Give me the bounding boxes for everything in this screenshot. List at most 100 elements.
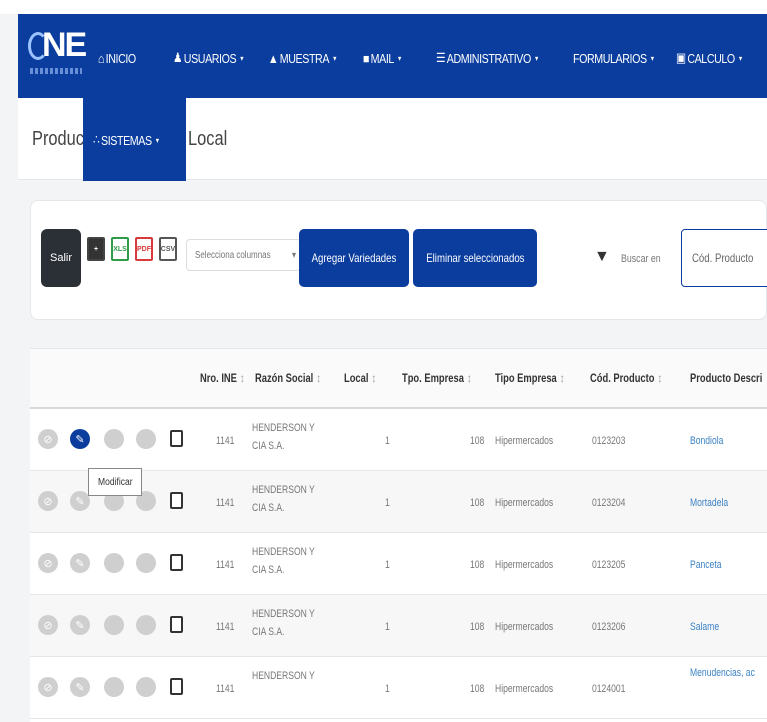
action-icon[interactable] <box>136 677 156 697</box>
edit-icon[interactable]: ✎ <box>70 553 90 573</box>
nav-label: MUESTRA <box>279 50 330 66</box>
cell-ine: 1141 <box>216 435 235 447</box>
nav-item-usuarios[interactable]: ♟ USUARIOS ▾ <box>173 48 244 68</box>
cell-local: 1 <box>385 683 390 695</box>
nav-item-mail[interactable]: ■ MAIL ▾ <box>363 48 401 68</box>
nav-label: FORMULARIOS <box>573 50 647 66</box>
table-row[interactable]: ⊘ ✎ 1141 HENDERSON Y CIA S.A. 1 108 Hipe… <box>30 409 767 471</box>
chevron-down-icon: ▾ <box>398 53 401 63</box>
column-header[interactable]: Nro. INE ↕ <box>200 371 245 385</box>
filter-icon[interactable]: ▼ <box>594 248 610 266</box>
export-csv-icon[interactable]: CSV <box>159 237 177 261</box>
cell-cod-producto: 0123203 <box>592 435 626 447</box>
view-icon[interactable]: ⊘ <box>38 677 58 697</box>
nav-label: USUARIOS <box>183 50 237 66</box>
cell-local: 1 <box>385 621 390 633</box>
sort-icon: ↕ <box>657 371 663 385</box>
salir-button[interactable]: Salir <box>41 229 81 287</box>
cell-razon-social: HENDERSON Y CIA S.A. <box>252 484 315 514</box>
export-pdf-icon[interactable]: PDF <box>135 237 153 261</box>
add-file-icon[interactable]: + <box>87 237 105 261</box>
cell-ine: 1141 <box>216 621 235 633</box>
column-label: Tipo Empresa <box>495 371 557 385</box>
nav-label: INICIO <box>105 50 137 66</box>
nav-item-sistemas[interactable]: ∴ SISTEMAS ▾ <box>93 130 159 150</box>
sort-icon: ↕ <box>371 371 377 385</box>
view-icon[interactable]: ⊘ <box>38 429 58 449</box>
column-header[interactable]: Local ↕ <box>344 371 376 385</box>
nav-item-inicio[interactable]: ⌂ INICIO <box>98 48 136 68</box>
edit-icon[interactable]: ✎ <box>70 491 90 511</box>
column-header[interactable]: Razón Social ↕ <box>255 371 321 385</box>
list-icon: ☰ <box>436 50 446 65</box>
nav-item-calculo[interactable]: ▣ CALCULO ▾ <box>676 48 742 68</box>
column-header[interactable]: Tpo. Empresa ↕ <box>402 371 472 385</box>
action-icon[interactable] <box>104 615 124 635</box>
tooltip-text: Modificar <box>97 476 133 488</box>
column-label: Cód. Producto <box>590 371 655 385</box>
action-icon[interactable] <box>136 429 156 449</box>
action-icon[interactable] <box>104 429 124 449</box>
row-checkbox[interactable] <box>170 554 183 571</box>
table-header: Nro. INE ↕ Razón Social ↕ Local ↕ Tpo. Empr… <box>30 349 767 409</box>
row-checkbox[interactable] <box>170 616 183 633</box>
cell-ine: 1141 <box>216 497 235 509</box>
cell-producto[interactable]: Menudencias, ac <box>690 667 755 679</box>
column-header[interactable]: Tipo Empresa ↕ <box>495 371 565 385</box>
sample-icon: ▲ <box>268 50 279 66</box>
toolbar-card: Salir + XLS PDF CSV Selecciona columnas … <box>30 200 767 320</box>
logo-subtext <box>30 68 82 74</box>
column-header[interactable]: Producto Descri <box>690 371 762 385</box>
action-icon[interactable] <box>136 615 156 635</box>
nav-item-administrativo[interactable]: ☰ ADMINISTRATIVO ▾ <box>436 48 538 68</box>
table-row[interactable]: ⊘ ✎ 1141 HENDERSON Y 1 108 Hipermercados… <box>30 657 767 719</box>
view-icon[interactable]: ⊘ <box>38 491 58 511</box>
row-checkbox[interactable] <box>170 492 183 509</box>
ine-logo[interactable]: NE <box>28 24 87 78</box>
nav-item-muestra[interactable]: ▲ MUESTRA ▾ <box>268 48 336 68</box>
action-icon[interactable] <box>104 553 124 573</box>
cell-local: 1 <box>385 497 390 509</box>
page-title-suffix: Local <box>188 128 228 150</box>
cell-local: 1 <box>385 559 390 571</box>
sort-icon: ↕ <box>316 371 322 385</box>
users-icon: ♟ <box>173 50 183 65</box>
row-checkbox[interactable] <box>170 678 183 695</box>
cell-ine: 1141 <box>216 559 235 571</box>
search-input[interactable]: Cód. Producto <box>681 229 767 287</box>
main-navbar: NE ⌂ INICIO ♟ USUARIOS ▾ ▲ MUESTRA ▾ ■ M… <box>18 14 767 98</box>
cell-producto[interactable]: Salame <box>690 621 719 633</box>
cell-razon-social: HENDERSON Y CIA S.A. <box>252 546 315 576</box>
cell-razon-social: HENDERSON Y CIA S.A. <box>252 608 315 638</box>
table-row[interactable]: ⊘ ✎ 1141 HENDERSON Y CIA S.A. 1 108 Hipe… <box>30 595 767 657</box>
edit-icon[interactable]: ✎ <box>70 677 90 697</box>
view-icon[interactable]: ⊘ <box>38 553 58 573</box>
chevron-down-icon: ▾ <box>738 53 742 63</box>
column-header[interactable]: Cód. Producto ↕ <box>590 371 662 385</box>
cell-producto[interactable]: Panceta <box>690 559 721 571</box>
cell-cod-producto: 0124001 <box>592 683 626 695</box>
cell-tipo-empresa: Hipermercados <box>495 559 554 571</box>
edit-icon[interactable]: ✎ <box>70 615 90 635</box>
button-label: Agregar Variedades <box>311 251 397 265</box>
agregar-variedades-button[interactable]: Agregar Variedades <box>299 229 409 287</box>
cell-tpo-empresa: 108 <box>470 435 485 447</box>
cell-producto[interactable]: Bondiola <box>690 435 723 447</box>
view-icon[interactable]: ⊘ <box>38 615 58 635</box>
cell-producto[interactable]: Mortadela <box>690 497 728 509</box>
edit-icon[interactable]: ✎ <box>70 429 90 449</box>
eliminar-seleccionados-button[interactable]: Eliminar seleccionados <box>413 229 537 287</box>
table-row[interactable]: ⊘ ✎ 1141 HENDERSON Y CIA S.A. 1 108 Hipe… <box>30 533 767 595</box>
buscar-label: Buscar en <box>621 253 661 265</box>
row-checkbox[interactable] <box>170 430 183 447</box>
action-icon[interactable] <box>104 677 124 697</box>
columns-select[interactable]: Selecciona columnas ▾ <box>186 239 301 271</box>
export-xls-icon[interactable]: XLS <box>111 237 129 261</box>
cell-tipo-empresa: Hipermercados <box>495 683 554 695</box>
cell-tpo-empresa: 108 <box>470 497 485 509</box>
cell-tpo-empresa: 108 <box>470 683 485 695</box>
column-label: Producto Descri <box>690 371 763 385</box>
mail-icon: ■ <box>363 50 370 66</box>
action-icon[interactable] <box>136 553 156 573</box>
nav-item-formularios[interactable]: FORMULARIOS ▾ <box>573 48 654 68</box>
